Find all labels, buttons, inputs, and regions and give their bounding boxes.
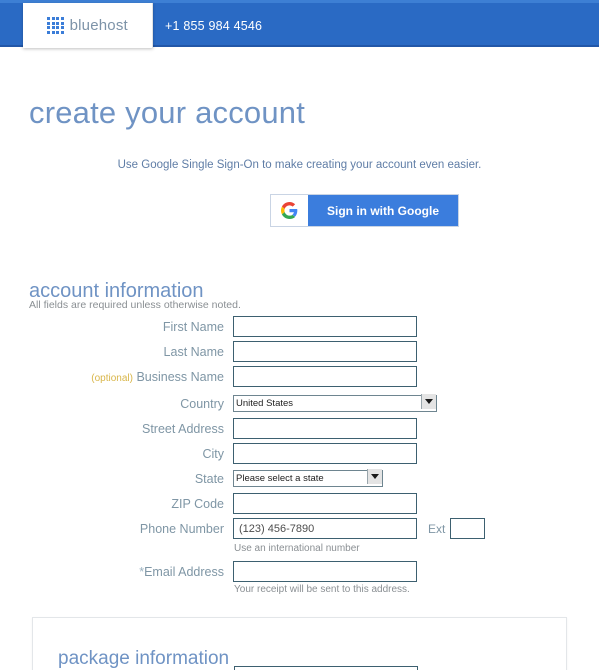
email-address-hint: Your receipt will be sent to this addres… — [234, 584, 410, 595]
top-header-bar: bluehost +1 855 984 4546 — [0, 0, 599, 48]
logo-wordmark: bluehost — [69, 17, 128, 34]
business-name-input[interactable] — [233, 366, 417, 387]
required-fields-note: All fields are required unless otherwise… — [29, 299, 241, 311]
form-row-email-address: *Email Address Your receipt will be sent… — [0, 561, 599, 599]
package-information-card: package information — [32, 617, 567, 670]
phone-number-hint[interactable]: Use an international number — [234, 543, 485, 554]
business-name-label-text: Business Name — [136, 370, 224, 384]
google-g-icon — [271, 195, 308, 226]
form-row-state: State Please select a state — [0, 468, 599, 490]
business-name-optional-tag: (optional) — [91, 373, 133, 384]
state-select[interactable]: Please select a state — [233, 470, 383, 487]
last-name-label: Last Name — [163, 345, 224, 359]
page-root: bluehost +1 855 984 4546 create your acc… — [0, 0, 599, 670]
street-address-input[interactable] — [233, 418, 417, 439]
form-row-business-name: (optional) Business Name — [0, 366, 599, 390]
email-address-label-text: Email Address — [144, 565, 224, 579]
zip-code-label: ZIP Code — [171, 497, 224, 511]
form-row-phone-number: Phone Number Ext Use an international nu… — [0, 518, 599, 558]
form-row-city: City — [0, 443, 599, 465]
sso-button-label: Sign in with Google — [327, 203, 439, 218]
support-phone-number[interactable]: +1 855 984 4546 — [165, 3, 262, 48]
form-row-first-name: First Name — [0, 316, 599, 338]
email-address-input[interactable] — [233, 561, 417, 582]
package-form-row — [33, 666, 568, 670]
bluehost-logo[interactable]: bluehost — [23, 3, 153, 48]
country-label: Country — [180, 397, 224, 411]
form-row-country: Country United States — [0, 393, 599, 415]
sign-in-with-google-button[interactable]: Sign in with Google — [270, 194, 459, 227]
account-information-form: First Name Last Name (optional) Business… — [0, 316, 599, 602]
ext-label: Ext — [428, 522, 446, 536]
first-name-input[interactable] — [233, 316, 417, 337]
phone-number-input[interactable] — [233, 518, 417, 539]
country-select[interactable]: United States — [233, 395, 437, 412]
phone-ext-input[interactable] — [450, 518, 486, 539]
last-name-input[interactable] — [233, 341, 417, 362]
street-address-label: Street Address — [142, 422, 224, 436]
form-row-street-address: Street Address — [0, 418, 599, 440]
email-address-label: *Email Address — [0, 561, 233, 583]
business-name-label: (optional) Business Name — [0, 366, 233, 390]
phone-number-label: Phone Number — [139, 522, 224, 536]
sso-description: Use Google Single Sign-On to make creati… — [117, 159, 482, 171]
package-field-input[interactable] — [234, 666, 418, 670]
page-title: create your account — [29, 94, 306, 130]
grid-squares-icon — [47, 17, 64, 34]
state-label: State — [194, 472, 224, 486]
form-row-last-name: Last Name — [0, 341, 599, 363]
form-row-zip-code: ZIP Code — [0, 493, 599, 515]
city-label: City — [202, 447, 224, 461]
first-name-label: First Name — [162, 320, 224, 334]
city-input[interactable] — [233, 443, 417, 464]
zip-code-input[interactable] — [233, 493, 417, 514]
